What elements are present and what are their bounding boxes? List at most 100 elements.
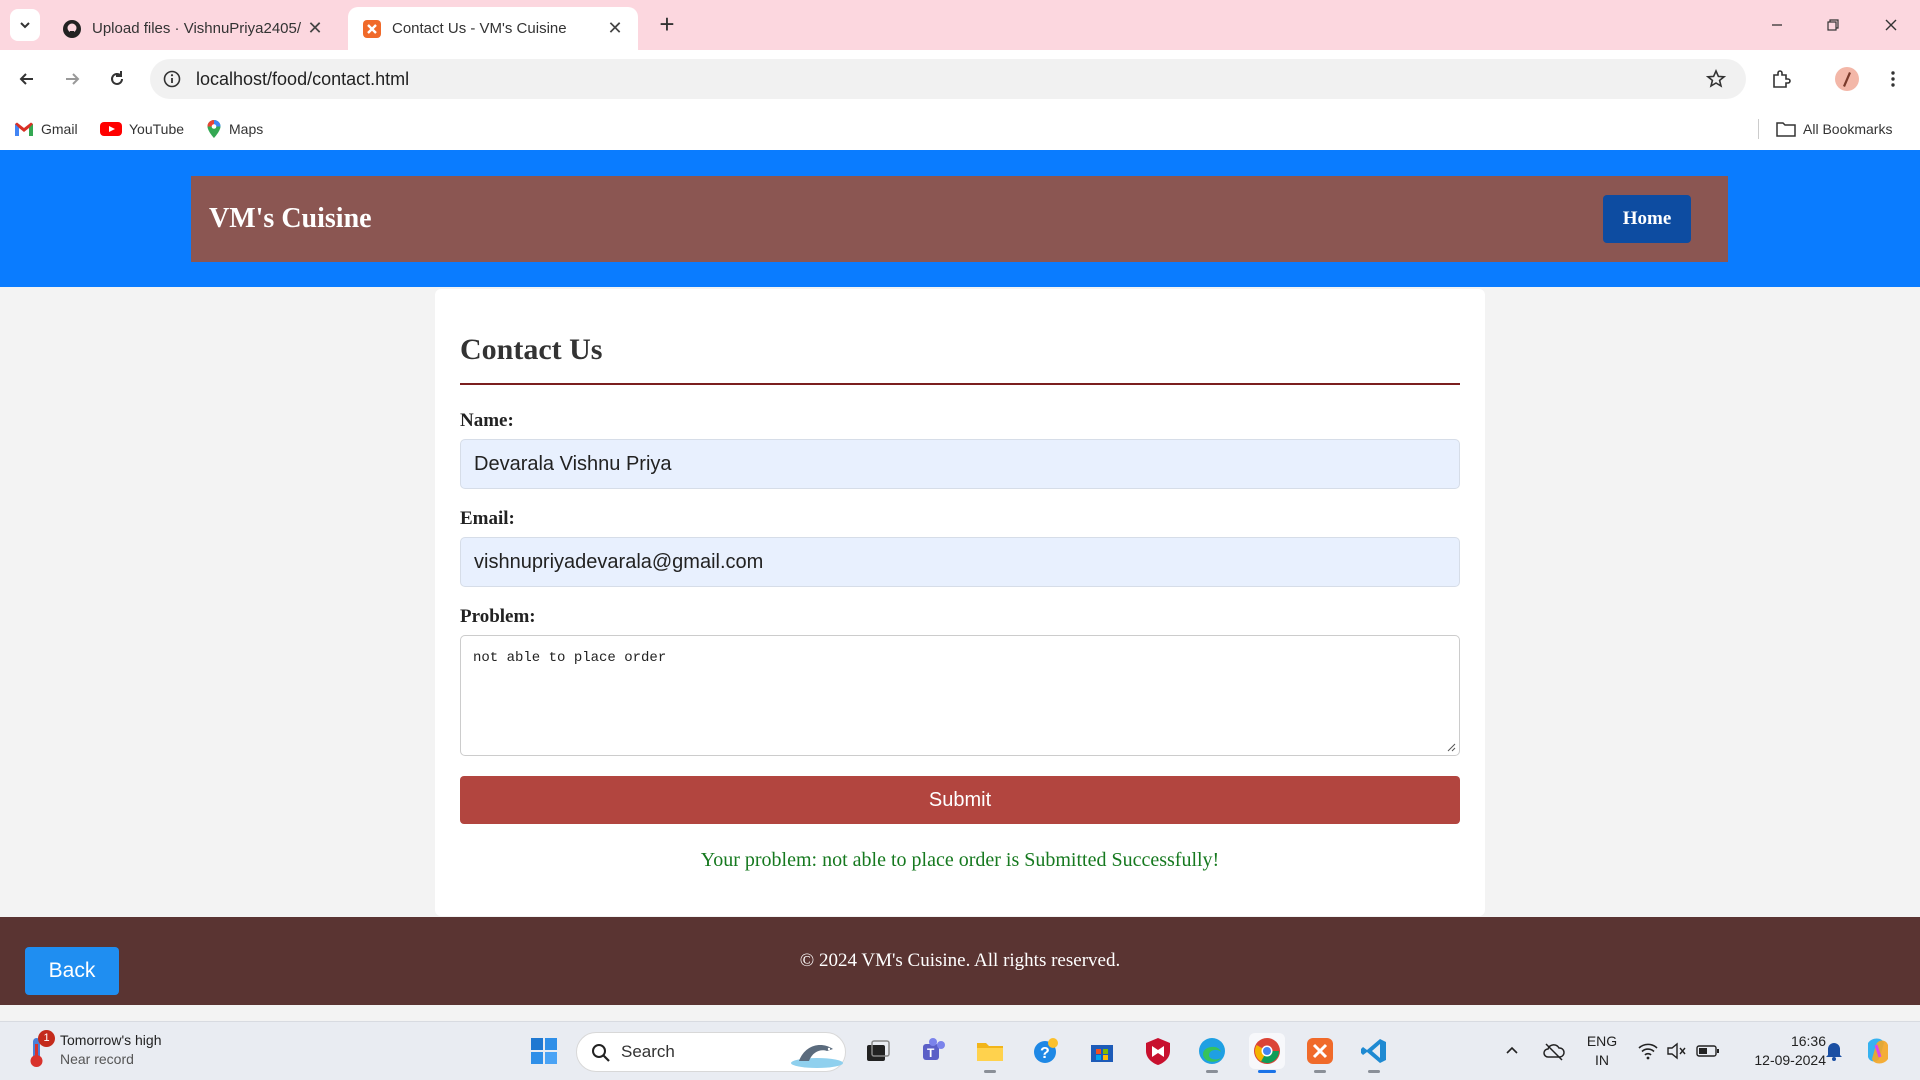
copyright-text: © 2024 VM's Cuisine. All rights reserved… [799,950,1121,971]
contact-card: Contact Us Name: Devarala Vishnu Priya E… [435,289,1485,916]
close-icon [1885,19,1897,31]
gmail-icon [15,122,33,136]
taskbar-search[interactable]: Search [576,1032,846,1072]
tab-upload-files[interactable]: Upload files · VishnuPriya2405/ ✕ [48,7,338,50]
edge-icon [1199,1038,1225,1064]
forward-nav-button[interactable] [57,64,87,94]
cloud-off-icon [1543,1043,1565,1061]
svg-text:?: ? [1040,1045,1050,1062]
window-close-button[interactable] [1876,10,1906,40]
profile-avatar[interactable] [1832,64,1862,94]
folder-icon [1776,122,1796,137]
weather-subtitle: Near record [60,1051,134,1067]
copilot-icon [1868,1038,1888,1064]
reload-icon [111,71,123,85]
star-icon[interactable] [1706,69,1726,89]
page-bottom-strip [0,1005,1920,1021]
url-text[interactable]: localhost/food/contact.html [196,59,409,99]
problem-textarea[interactable]: not able to place order [460,635,1460,756]
task-view-icon [867,1040,890,1061]
submit-button[interactable]: Submit [460,776,1460,824]
weather-text: Tomorrow's high Near record [60,1031,162,1069]
weather-badge: 1 [38,1030,55,1047]
bookmarks-bar: Gmail YouTube Maps All Bookmarks [0,108,1920,150]
chrome-app[interactable] [1249,1033,1285,1073]
file-explorer-app[interactable] [972,1033,1008,1073]
language-indicator[interactable]: ENG IN [1582,1032,1622,1070]
windows-icon [531,1038,557,1064]
mcafee-app[interactable] [1140,1033,1176,1069]
reload-button[interactable] [102,64,132,94]
help-app[interactable]: ? [1028,1033,1064,1069]
restore-icon [1827,19,1839,31]
edge-app[interactable] [1194,1033,1230,1073]
running-indicator [1206,1070,1218,1073]
folder-icon [977,1043,1003,1061]
all-bookmarks-label: All Bookmarks [1803,121,1893,137]
tab-title: Upload files · VishnuPriya2405/ [92,20,302,37]
bookmark-maps[interactable]: Maps [206,117,263,141]
browser-menu-button[interactable] [1878,64,1908,94]
tab-contact-us[interactable]: Contact Us - VM's Cuisine ✕ [348,7,638,50]
bookmark-label: Maps [229,121,264,137]
battery-button[interactable] [1690,1033,1726,1069]
weather-widget[interactable]: 1 Tomorrow's high Near record [24,1030,162,1070]
all-bookmarks-button[interactable]: All Bookmarks [1776,117,1892,141]
email-label: Email: [460,508,515,529]
site-title: VM's Cuisine [209,203,372,234]
show-hidden-icons-button[interactable] [1494,1033,1530,1069]
teams-icon: T [923,1038,945,1060]
tab-search-button[interactable] [10,9,40,41]
clock-date: 12-09-2024 [1754,1052,1826,1068]
new-tab-button[interactable]: + [652,10,682,40]
site-header: VM's Cuisine Home [0,150,1920,287]
resize-handle-icon[interactable] [1446,742,1456,752]
close-icon[interactable]: ✕ [606,18,624,39]
site-info-icon[interactable] [162,69,182,89]
restore-button[interactable] [1818,10,1848,40]
vscode-app[interactable] [1356,1033,1392,1073]
start-button[interactable] [526,1033,562,1069]
clock-time: 16:36 [1790,1033,1826,1049]
problem-text: not able to place order [473,650,667,666]
tab-title: Contact Us - VM's Cuisine [392,20,567,37]
notifications-button[interactable] [1816,1033,1852,1069]
avatar-icon [1835,67,1859,91]
bookmark-label: YouTube [129,121,185,137]
browser-toolbar: localhost/food/contact.html [0,50,1920,108]
bookmark-label: Gmail [41,121,78,137]
bookmark-youtube[interactable]: YouTube [100,117,184,141]
name-input[interactable]: Devarala Vishnu Priya [460,439,1460,489]
back-button[interactable]: Back [25,947,119,995]
site-footer: © 2024 VM's Cuisine. All rights reserved… [0,917,1920,1005]
store-app[interactable] [1084,1033,1120,1069]
title-divider [460,383,1460,385]
task-view-button[interactable] [860,1033,896,1069]
minimize-button[interactable] [1762,10,1792,40]
store-icon [1091,1045,1113,1062]
back-nav-button[interactable] [12,64,42,94]
help-icon: ? [1034,1038,1058,1063]
teams-app[interactable]: T [916,1033,952,1069]
close-icon[interactable]: ✕ [306,18,324,39]
home-button[interactable]: Home [1603,195,1691,243]
onedrive-status[interactable] [1536,1033,1572,1069]
extensions-button[interactable] [1766,64,1796,94]
xampp-app[interactable] [1302,1033,1338,1073]
chevron-down-icon [20,22,30,29]
email-input[interactable]: vishnupriyadevarala@gmail.com [460,537,1460,587]
bookmarks-divider [1758,119,1759,139]
active-indicator [1258,1070,1276,1073]
thermometer-icon: 1 [24,1030,55,1070]
running-indicator [1368,1070,1380,1073]
address-bar[interactable]: localhost/food/contact.html [150,59,1746,99]
header-bar: VM's Cuisine Home [191,176,1728,262]
clock[interactable]: 16:36 12-09-2024 [1736,1032,1826,1070]
running-indicator [984,1070,996,1073]
volume-button[interactable] [1658,1033,1694,1069]
success-message: Your problem: not able to place order is… [700,849,1220,871]
bookmark-gmail[interactable]: Gmail [14,117,78,141]
browser-tab-bar: Upload files · VishnuPriya2405/ ✕ Contac… [0,0,1920,50]
page-title: Contact Us [460,333,603,366]
copilot-button[interactable] [1860,1033,1896,1069]
